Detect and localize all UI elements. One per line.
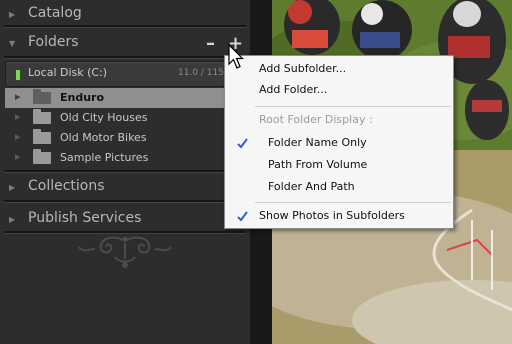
- expand-triangle-icon[interactable]: ▶: [15, 133, 20, 141]
- menu-item-add-folder[interactable]: Add Folder...: [225, 79, 453, 101]
- folder-item-sample-pictures[interactable]: ▶ Sample Pictures: [5, 148, 225, 168]
- divider: [4, 56, 246, 59]
- menu-item-label: Show Photos in Subfolders: [259, 209, 405, 222]
- folders-context-menu: Add Subfolder... Add Folder... Root Fold…: [224, 55, 454, 229]
- collapse-triangle-icon: ▼: [9, 39, 16, 48]
- expand-triangle-icon: ▶: [9, 183, 16, 192]
- folder-icon: [33, 149, 51, 164]
- menu-heading-label: Root Folder Display :: [259, 113, 373, 126]
- left-panel: ▶ Catalog ▼ Folders – + Local Disk (C:) …: [0, 0, 250, 344]
- folder-label: Old Motor Bikes: [60, 131, 147, 144]
- expand-triangle-icon[interactable]: ▶: [15, 153, 20, 161]
- divider: [4, 200, 246, 203]
- folder-item-old-city-houses[interactable]: ▶ Old City Houses: [5, 108, 225, 128]
- menu-separator: [255, 106, 451, 107]
- expand-triangle-icon: ▶: [9, 215, 16, 224]
- expand-triangle-icon: ▶: [9, 10, 16, 19]
- checkmark-icon: [237, 138, 248, 149]
- volume-status-icon: [15, 69, 21, 81]
- folder-label: Enduro: [60, 91, 105, 104]
- folder-icon: [33, 89, 51, 104]
- section-collections[interactable]: ▶ Collections: [0, 173, 250, 203]
- menu-item-folder-and-path[interactable]: Folder And Path: [225, 176, 453, 198]
- section-title-catalog: Catalog: [28, 5, 82, 21]
- menu-item-add-subfolder[interactable]: Add Subfolder...: [225, 58, 453, 80]
- menu-item-label: Folder And Path: [268, 180, 355, 193]
- menu-item-show-photos-in-subfolders[interactable]: Show Photos in Subfolders: [225, 205, 453, 227]
- section-title-collections: Collections: [28, 178, 105, 194]
- folder-icon: [33, 129, 51, 144]
- section-title-publish: Publish Services: [28, 210, 142, 226]
- mouse-cursor-icon: [228, 44, 244, 69]
- menu-item-label: Folder Name Only: [268, 136, 367, 149]
- expand-triangle-icon[interactable]: ▶: [15, 113, 20, 121]
- menu-item-label: Path From Volume: [268, 158, 368, 171]
- flourish-ornament-icon: [78, 236, 172, 268]
- section-title-folders: Folders: [28, 34, 79, 50]
- remove-folder-button[interactable]: –: [206, 35, 215, 53]
- divider: [4, 25, 246, 28]
- menu-item-folder-name-only[interactable]: Folder Name Only: [225, 132, 453, 154]
- menu-item-label: Add Subfolder...: [259, 62, 347, 75]
- folder-item-old-motor-bikes[interactable]: ▶ Old Motor Bikes: [5, 128, 225, 148]
- volume-name: Local Disk (C:): [28, 66, 108, 79]
- menu-item-path-from-volume[interactable]: Path From Volume: [225, 154, 453, 176]
- folder-icon: [33, 109, 51, 124]
- volume-bar[interactable]: Local Disk (C:) 11.0 / 115 GB: [5, 61, 247, 87]
- expand-triangle-icon[interactable]: ▶: [15, 93, 20, 101]
- folder-label: Sample Pictures: [60, 151, 149, 164]
- checkmark-icon: [237, 211, 248, 222]
- folder-item-enduro[interactable]: ▶ Enduro: [5, 88, 225, 108]
- menu-separator: [255, 202, 451, 203]
- menu-item-label: Add Folder...: [259, 83, 328, 96]
- folder-label: Old City Houses: [60, 111, 148, 124]
- menu-heading-root-folder-display: Root Folder Display :: [225, 109, 453, 131]
